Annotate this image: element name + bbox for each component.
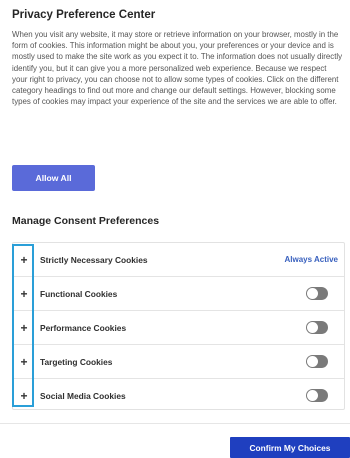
consent-category-list: + Strictly Necessary Cookies Always Acti… <box>12 242 345 410</box>
toggle-knob <box>307 356 318 367</box>
category-row-strictly-necessary[interactable]: + Strictly Necessary Cookies Always Acti… <box>13 243 344 277</box>
manage-consent-title: Manage Consent Preferences <box>12 215 160 227</box>
category-label: Social Media Cookies <box>40 391 126 401</box>
toggle-knob <box>307 322 318 333</box>
expand-plus-icon[interactable]: + <box>13 355 35 369</box>
allow-all-button[interactable]: Allow All <box>12 165 95 191</box>
privacy-preference-center: Privacy Preference Center When you visit… <box>0 0 350 458</box>
expand-plus-icon[interactable]: + <box>13 287 35 301</box>
category-row-targeting[interactable]: + Targeting Cookies <box>13 345 344 379</box>
expand-plus-icon[interactable]: + <box>13 389 35 403</box>
category-label: Functional Cookies <box>40 288 118 299</box>
expand-plus-icon[interactable]: + <box>13 321 35 335</box>
footer-divider <box>0 423 350 424</box>
toggle-knob <box>307 390 318 401</box>
category-label: Performance Cookies <box>40 322 127 333</box>
expand-plus-icon[interactable]: + <box>13 253 35 267</box>
targeting-cookies-toggle[interactable] <box>306 355 328 368</box>
category-row-performance[interactable]: + Performance Cookies <box>13 311 344 345</box>
page-title: Privacy Preference Center <box>12 9 156 21</box>
description-text: When you visit any website, it may store… <box>12 30 343 107</box>
social-media-cookies-toggle[interactable] <box>306 389 328 402</box>
category-label: Strictly Necessary Cookies <box>40 254 148 265</box>
category-row-social-media[interactable]: + Social Media Cookies <box>13 379 344 413</box>
category-label: Targeting Cookies <box>40 356 113 367</box>
performance-cookies-toggle[interactable] <box>306 321 328 334</box>
always-active-status: Always Active <box>284 255 338 264</box>
category-row-functional[interactable]: + Functional Cookies <box>13 277 344 311</box>
functional-cookies-toggle[interactable] <box>306 287 328 300</box>
confirm-my-choices-button[interactable]: Confirm My Choices <box>230 437 350 458</box>
toggle-knob <box>307 288 318 299</box>
